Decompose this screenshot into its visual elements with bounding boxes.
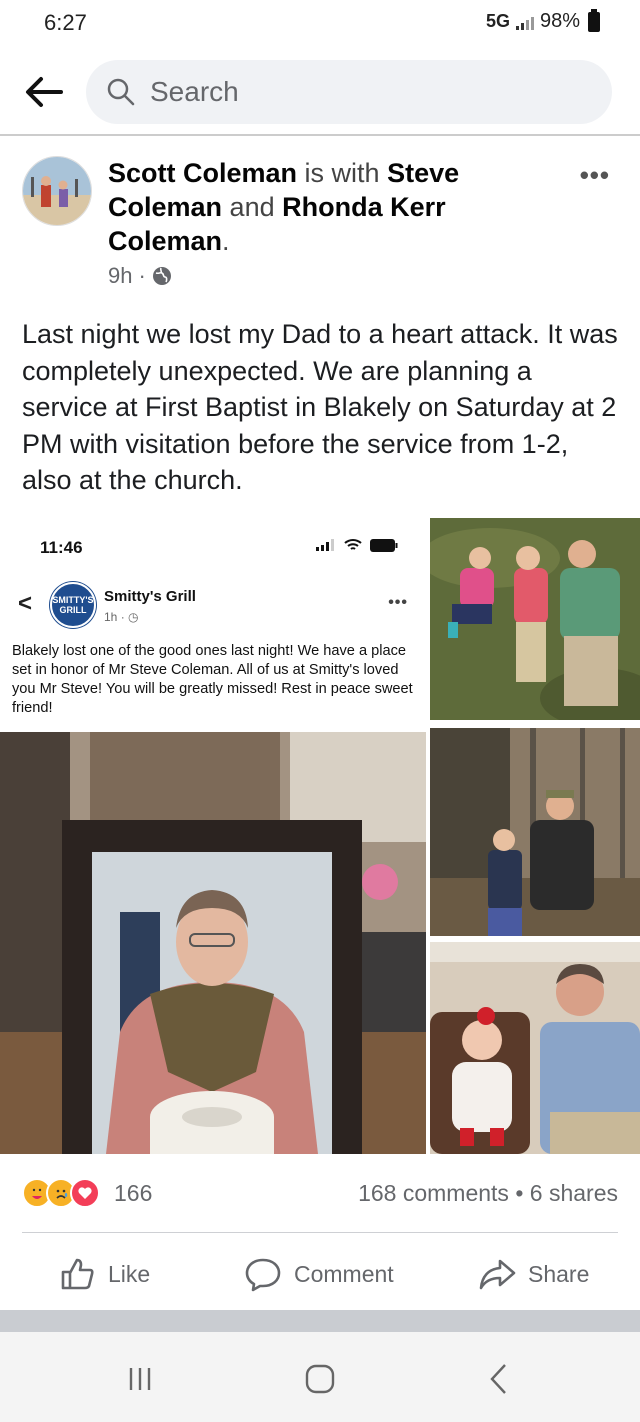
comment-bubble-icon [245, 1258, 281, 1292]
like-button[interactable]: Like [58, 1248, 150, 1300]
meta-dot: · [138, 263, 146, 288]
home-button[interactable] [290, 1354, 350, 1404]
share-label: Share [528, 1260, 590, 1287]
more-options-button[interactable]: ••• [580, 160, 610, 191]
stats-separator: • [515, 1180, 524, 1206]
network-type: 5G [485, 11, 510, 31]
post-meta: 9h · [108, 263, 172, 289]
signal-icon [515, 14, 534, 30]
embedded-more-icon: ••• [388, 594, 408, 611]
divider [22, 1232, 618, 1233]
system-nav-bar [0, 1332, 640, 1422]
shares-count[interactable]: 6 shares [530, 1180, 618, 1206]
chevron-left-icon [490, 1364, 506, 1394]
post-time[interactable]: 9h [108, 263, 132, 289]
engagement-stats: 168 comments • 6 shares [358, 1180, 618, 1207]
embedded-page-name: Smitty's Grill [104, 588, 196, 605]
embedded-post-time: 1h · ◷ [104, 610, 139, 624]
header-period: . [222, 226, 230, 256]
thumbs-up-icon [61, 1258, 94, 1290]
with-text: is with [304, 158, 380, 188]
embedded-status-icons [316, 538, 398, 552]
feed-separator [0, 1310, 640, 1332]
back-button[interactable] [16, 70, 70, 114]
home-icon [305, 1364, 335, 1394]
smittys-grill-logo: SMITTY'S GRILL [50, 582, 96, 628]
photo-with-toddler[interactable] [430, 942, 640, 1154]
avatar-photo [23, 157, 91, 225]
reactions-row: 166 168 comments • 6 shares [0, 1172, 640, 1216]
search-bar[interactable] [86, 60, 612, 124]
post-text: Last night we lost my Dad to a heart att… [22, 319, 618, 495]
reaction-icons[interactable] [22, 1178, 100, 1208]
post-header: Scott Coleman is with Steve Coleman and … [108, 156, 528, 258]
battery-level: 98% [539, 10, 580, 32]
system-back-button[interactable] [470, 1354, 530, 1404]
post-actions: Like Comment Share [0, 1248, 640, 1300]
photo-embedded-screenshot[interactable]: 11:46 < SMITTY'S GRILL Smitty's Grill 1h… [0, 518, 426, 1154]
embedded-back-icon: < [18, 590, 33, 617]
signal-icon [316, 539, 334, 551]
memorial-photo [0, 732, 426, 1154]
and-text: and [229, 192, 275, 222]
share-button[interactable]: Share [478, 1248, 589, 1300]
author-name[interactable]: Scott Coleman [108, 158, 297, 188]
recent-apps-icon [129, 1368, 151, 1390]
status-indicators: 5G 98% [485, 8, 600, 33]
search-icon [107, 78, 135, 106]
like-label: Like [108, 1260, 151, 1287]
share-arrow-icon [479, 1259, 516, 1290]
photo-lying-on-grass[interactable] [430, 518, 640, 720]
battery-icon [588, 8, 600, 32]
battery-icon [370, 538, 398, 552]
status-time: 6:27 [44, 10, 87, 35]
comment-button[interactable]: Comment [244, 1248, 394, 1300]
author-avatar[interactable] [22, 156, 92, 226]
logo-text: SMITTY'S GRILL [52, 595, 94, 615]
love-reaction-icon [70, 1178, 100, 1208]
photo-grid: 11:46 < SMITTY'S GRILL Smitty's Grill 1h… [0, 518, 640, 1154]
embedded-status-time: 11:46 [40, 538, 83, 557]
photo-woods[interactable] [430, 728, 640, 936]
status-bar: 6:27 5G 98% [0, 0, 640, 44]
top-bar [0, 56, 640, 136]
back-arrow-icon [26, 77, 63, 107]
reaction-count[interactable]: 166 [114, 1180, 152, 1207]
globe-icon [152, 267, 171, 285]
recent-apps-button[interactable] [110, 1354, 170, 1404]
embedded-post-text: Blakely lost one of the good ones last n… [12, 643, 413, 716]
search-input[interactable] [150, 76, 590, 108]
comments-count[interactable]: 168 comments [358, 1180, 509, 1206]
wifi-icon [344, 539, 362, 550]
comment-label: Comment [294, 1260, 394, 1287]
